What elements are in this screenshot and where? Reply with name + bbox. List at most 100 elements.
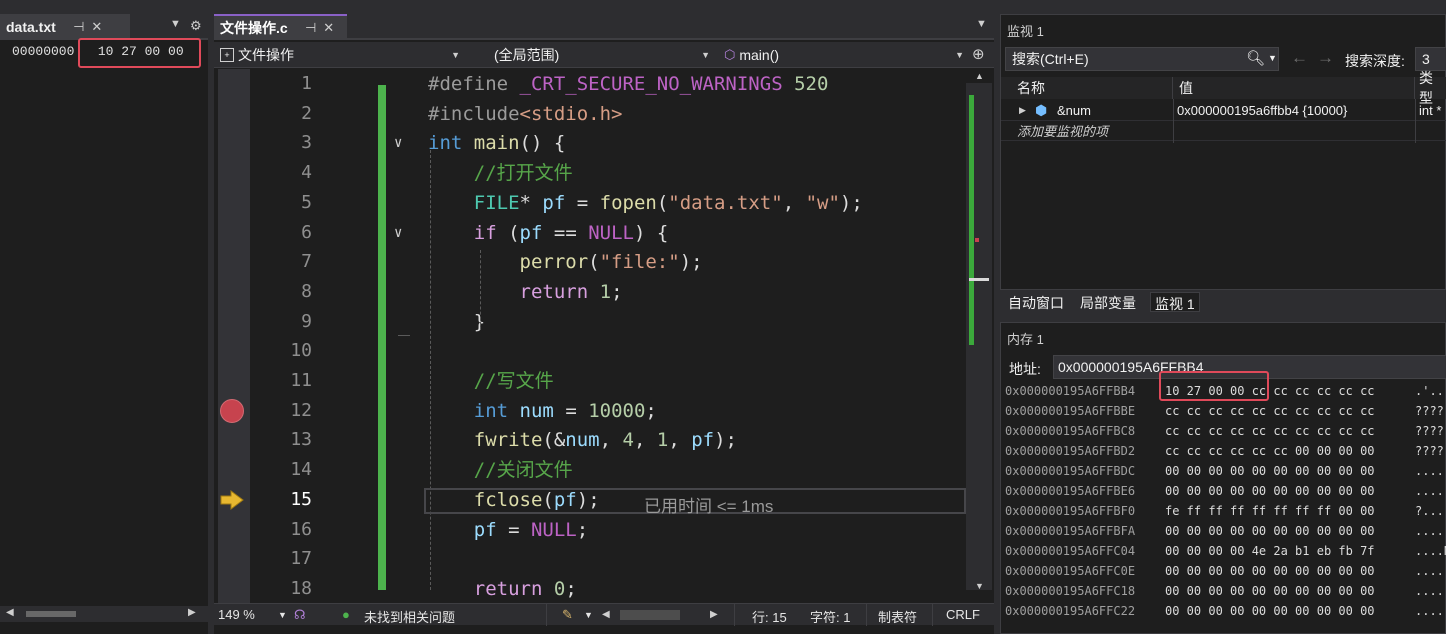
code-line[interactable]: 3 ∨ int main() {	[252, 128, 964, 158]
code-text[interactable]: fwrite(&num, 4, 1, pf);	[428, 425, 737, 455]
code-line[interactable]: 2 #include<stdio.h>	[252, 99, 964, 129]
code-line[interactable]: 1 #define _CRT_SECURE_NO_WARNINGS 520	[252, 69, 964, 99]
chevron-down-icon[interactable]: ▼	[1268, 53, 1277, 63]
back-arrow-icon[interactable]: ←	[1291, 48, 1308, 68]
code-text[interactable]: if (pf == NULL) {	[428, 218, 669, 248]
scroll-right-icon[interactable]: ▶	[710, 609, 718, 620]
search-icon[interactable]: 🔍︎	[1246, 49, 1265, 67]
code-line[interactable]: 18 return 0;	[252, 574, 964, 604]
watch-search-input[interactable]: 搜索(Ctrl+E) 🔍︎ ▼	[1005, 47, 1279, 71]
zoom-dropdown-icon[interactable]: ▼	[278, 610, 287, 620]
code-line[interactable]: 14 //关闭文件	[252, 455, 964, 485]
editor-hscroll-thumb[interactable]	[620, 610, 680, 620]
expand-icon[interactable]: ▶	[1019, 105, 1026, 116]
code-text[interactable]: //写文件	[428, 366, 554, 396]
col-name-header[interactable]: 名称	[1001, 77, 1173, 99]
code-line[interactable]: 16 pf = NULL;	[252, 515, 964, 545]
code-text[interactable]: pf = NULL;	[428, 515, 588, 545]
brush-dropdown-icon[interactable]: ▼	[584, 610, 593, 620]
scroll-left-icon[interactable]: ◀	[602, 609, 610, 620]
memory-row[interactable]: 0x000000195A6FFBDC 00 00 00 00 00 00 00 0…	[1005, 461, 1444, 481]
code-text[interactable]: #include<stdio.h>	[428, 99, 622, 129]
code-line[interactable]: 9 }	[252, 307, 964, 337]
memory-row-bytes[interactable]: 00 00 00 00 00 00 00 00 00 00	[1165, 461, 1375, 481]
code-line[interactable]: 7 perror("file:");	[252, 247, 964, 277]
code-text[interactable]: int num = 10000;	[428, 396, 657, 426]
tab-file-c[interactable]: 文件操作.c ⊣ ✕	[214, 14, 347, 40]
code-text[interactable]: //关闭文件	[428, 455, 573, 485]
tab-dropdown-icon[interactable]: ▼	[170, 18, 181, 30]
memory-row-bytes[interactable]: fe ff ff ff ff ff ff ff 00 00	[1165, 501, 1375, 521]
tab-watch1[interactable]: 监视 1	[1150, 292, 1200, 312]
memory-row[interactable]: 0x000000195A6FFC22 00 00 00 00 00 00 00 0…	[1005, 601, 1444, 621]
code-text[interactable]: perror("file:");	[428, 247, 703, 277]
code-text[interactable]: int main() {	[428, 128, 565, 158]
forward-arrow-icon[interactable]: →	[1317, 48, 1334, 68]
code-text[interactable]: return 1;	[428, 277, 623, 307]
memory-row[interactable]: 0x000000195A6FFBBE cc cc cc cc cc cc cc c…	[1005, 401, 1444, 421]
col-type-header[interactable]: 类型	[1415, 70, 1446, 106]
close-icon[interactable]: ✕	[90, 19, 104, 35]
memory-row-bytes[interactable]: cc cc cc cc cc cc 00 00 00 00	[1165, 441, 1375, 461]
issues-status[interactable]: 未找到相关问题	[364, 607, 455, 626]
code-line[interactable]: 6 ∨ if (pf == NULL) {	[252, 218, 964, 248]
code-text[interactable]: }	[428, 307, 485, 337]
code-lines[interactable]: 1 #define _CRT_SECURE_NO_WARNINGS 520 2 #in…	[252, 69, 964, 604]
memory-row-bytes[interactable]: 00 00 00 00 00 00 00 00 00 00	[1165, 481, 1375, 501]
memory-row[interactable]: 0x000000195A6FFBE6 00 00 00 00 00 00 00 0…	[1005, 481, 1444, 501]
pin-icon[interactable]: ⊣	[304, 20, 318, 36]
gear-icon[interactable]: ⚙	[190, 18, 202, 34]
memory-row[interactable]: 0x000000195A6FFC18 00 00 00 00 00 00 00 0…	[1005, 581, 1444, 601]
code-line[interactable]: 4 //打开文件	[252, 158, 964, 188]
member-dropdown[interactable]: ⬡ main() ▼	[724, 45, 968, 65]
watch-row-value[interactable]: 0x000000195a6ffbb4 {10000}	[1177, 103, 1347, 118]
memory-row[interactable]: 0x000000195A6FFBF0 fe ff ff ff ff ff ff f…	[1005, 501, 1444, 521]
code-text[interactable]: FILE* pf = fopen("data.txt", "w");	[428, 188, 863, 218]
code-line[interactable]: 13 fwrite(&num, 4, 1, pf);	[252, 425, 964, 455]
close-icon[interactable]: ✕	[322, 20, 336, 36]
tab-autos[interactable]: 自动窗口	[1004, 292, 1068, 312]
scroll-down-icon[interactable]: ▼	[975, 581, 984, 591]
memory-row-bytes[interactable]: 00 00 00 00 00 00 00 00 00 00	[1165, 561, 1375, 581]
memory-row[interactable]: 0x000000195A6FFBB4 10 27 00 00 cc cc cc c…	[1005, 381, 1444, 401]
breakpoint-icon[interactable]	[220, 399, 244, 423]
watch-add-row[interactable]: 添加要监视的项	[1001, 121, 1446, 141]
zoom-level[interactable]: 149 %	[218, 607, 255, 622]
memory-row-bytes[interactable]: cc cc cc cc cc cc cc cc cc cc	[1165, 421, 1375, 441]
memory-row-bytes[interactable]: cc cc cc cc cc cc cc cc cc cc	[1165, 401, 1375, 421]
memory-row-bytes[interactable]: 00 00 00 00 00 00 00 00 00 00	[1165, 601, 1375, 621]
scroll-left-icon[interactable]: ◀	[6, 607, 14, 618]
watch-row[interactable]: ▶ ⬢ &num 0x000000195a6ffbb4 {10000} int …	[1001, 101, 1446, 121]
line-ending[interactable]: CRLF	[946, 607, 980, 622]
left-horizontal-scrollbar[interactable]: ◀ ▶	[0, 606, 208, 622]
char-indicator[interactable]: 字符: 1	[810, 607, 850, 626]
code-line[interactable]: 10	[252, 336, 964, 366]
code-text[interactable]: //打开文件	[428, 158, 573, 188]
memory-row-bytes[interactable]: 00 00 00 00 4e 2a b1 eb fb 7f	[1165, 541, 1375, 561]
intellicode-icon[interactable]: ☊	[294, 607, 306, 623]
memory-row[interactable]: 0x000000195A6FFBD2 cc cc cc cc cc cc 00 0…	[1005, 441, 1444, 461]
memory-row[interactable]: 0x000000195A6FFBFA 00 00 00 00 00 00 00 0…	[1005, 521, 1444, 541]
split-editor-icon[interactable]: ⊕	[972, 45, 985, 63]
scroll-right-icon[interactable]: ▶	[188, 607, 196, 618]
line-indicator[interactable]: 行: 15	[752, 607, 787, 626]
scope-dropdown[interactable]: (全局范围) ▼	[494, 45, 714, 65]
project-dropdown[interactable]: + 文件操作 ▼	[220, 45, 464, 65]
tab-mode[interactable]: 制表符	[878, 607, 917, 626]
brush-icon[interactable]: ✎	[562, 607, 573, 623]
tab-locals[interactable]: 局部变量	[1076, 292, 1140, 312]
code-text[interactable]: #define _CRT_SECURE_NO_WARNINGS 520	[428, 69, 828, 99]
tab-dropdown-icon[interactable]: ▼	[976, 18, 987, 30]
memory-row[interactable]: 0x000000195A6FFBC8 cc cc cc cc cc cc cc c…	[1005, 421, 1444, 441]
code-line[interactable]: 5 FILE* pf = fopen("data.txt", "w");	[252, 188, 964, 218]
scroll-up-icon[interactable]: ▲	[975, 71, 984, 81]
memory-row-bytes[interactable]: 00 00 00 00 00 00 00 00 00 00	[1165, 521, 1375, 541]
code-line[interactable]: 8 return 1;	[252, 277, 964, 307]
memory-row[interactable]: 0x000000195A6FFC0E 00 00 00 00 00 00 00 0…	[1005, 561, 1444, 581]
code-line[interactable]: 17	[252, 544, 964, 574]
code-text[interactable]: return 0;	[428, 574, 577, 604]
left-scroll-thumb[interactable]	[26, 611, 76, 617]
tab-data-txt[interactable]: data.txt ⊣ ✕	[0, 14, 130, 40]
memory-row-bytes[interactable]: 00 00 00 00 00 00 00 00 00 00	[1165, 581, 1375, 601]
code-line[interactable]: 12 int num = 10000;	[252, 396, 964, 426]
